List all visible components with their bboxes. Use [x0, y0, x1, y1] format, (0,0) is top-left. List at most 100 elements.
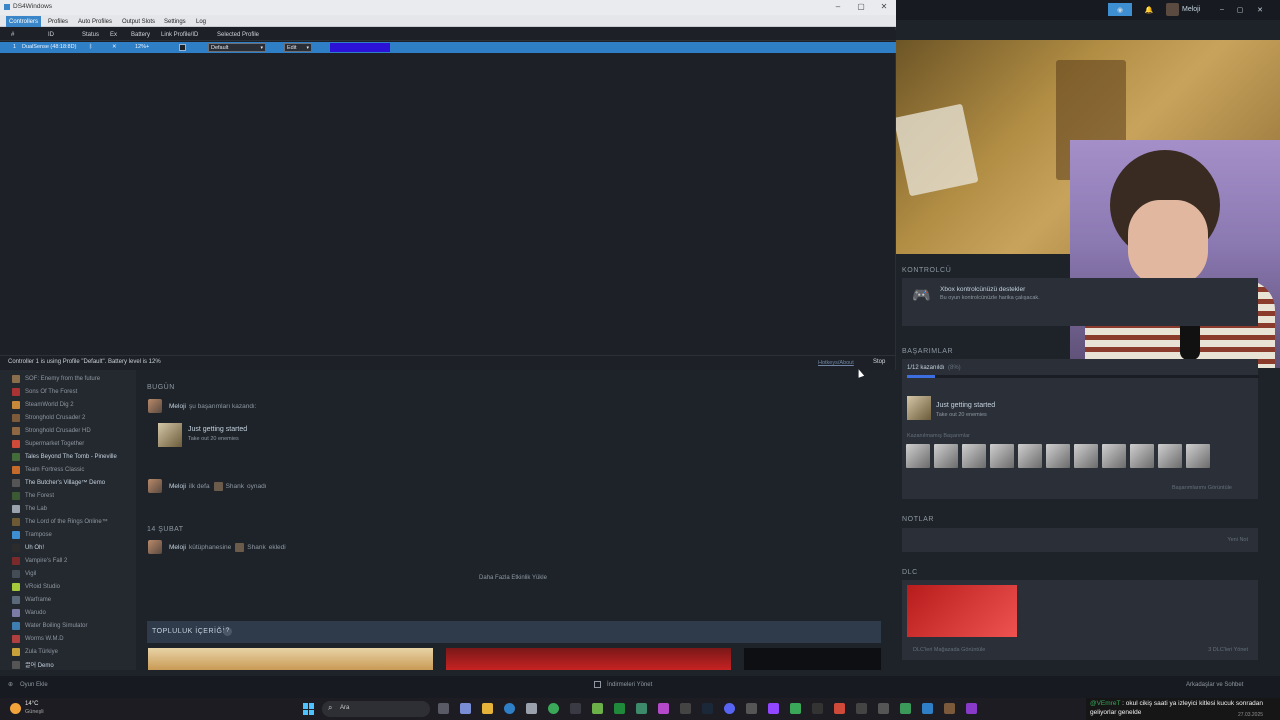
lightbar-color-swatch[interactable]: [330, 43, 390, 52]
sidebar-game[interactable]: Team Fortress Classic: [12, 464, 84, 475]
xbox-icon[interactable]: [614, 703, 625, 714]
sidebar-game[interactable]: Tales Beyond The Tomb - Pineville: [12, 451, 117, 462]
locked-achievement-icon[interactable]: [1074, 444, 1098, 468]
sidebar-game[interactable]: Water Boiling Simulator: [12, 620, 87, 631]
tab-output-slots[interactable]: Output Slots: [119, 16, 158, 27]
app-icon[interactable]: [966, 703, 977, 714]
edit-button[interactable]: Edit ▾: [284, 43, 312, 52]
broadcast-button[interactable]: ◉: [1108, 3, 1132, 16]
dlc-thumbnail[interactable]: [907, 585, 1017, 637]
controller-row[interactable]: 1 DualSense (48:18:8D) ᛒ ✕ 12%+ Default ▾…: [0, 42, 896, 53]
locked-achievement-icon[interactable]: [990, 444, 1014, 468]
app-icon[interactable]: [922, 703, 933, 714]
sidebar-game[interactable]: Stronghold Crusader 2: [12, 412, 85, 423]
sidebar-game[interactable]: Trampose: [12, 529, 52, 540]
discord-icon[interactable]: [724, 703, 735, 714]
add-game-button[interactable]: Oyun Ekle: [20, 682, 48, 688]
locked-achievement-icon[interactable]: [1046, 444, 1070, 468]
user-menu[interactable]: Meloji: [1182, 3, 1212, 16]
minimize-icon[interactable]: –: [832, 2, 844, 11]
new-note-link[interactable]: Yeni Not: [1227, 537, 1248, 543]
sidebar-game[interactable]: Stronghold Crusader HD: [12, 425, 91, 436]
locked-achievement-icon[interactable]: [1186, 444, 1210, 468]
community-thumbnail[interactable]: [148, 648, 433, 670]
steam-icon[interactable]: [702, 703, 713, 714]
chrome-icon[interactable]: [548, 703, 559, 714]
tab-auto-profiles[interactable]: Auto Profiles: [75, 16, 115, 27]
minimize-icon[interactable]: –: [1218, 3, 1226, 16]
dlc-store-link[interactable]: DLC'leri Mağazada Görüntüle: [913, 647, 985, 653]
sidebar-game[interactable]: Warframe: [12, 594, 51, 605]
user-name[interactable]: Meloji: [169, 403, 186, 410]
sidebar-game[interactable]: SteamWorld Dig 2: [12, 399, 74, 410]
sidebar-game[interactable]: Worms W.M.D: [12, 633, 64, 644]
sidebar-game[interactable]: Vampire's Fall 2: [12, 555, 67, 566]
sidebar-game[interactable]: SOF: Enemy from the future: [12, 373, 100, 384]
task-view-icon[interactable]: [438, 703, 449, 714]
twitch-icon[interactable]: [768, 703, 779, 714]
app-icon[interactable]: [812, 703, 823, 714]
game-link[interactable]: Shank: [247, 544, 265, 551]
app-icon[interactable]: [680, 703, 691, 714]
view-achievements-link[interactable]: Başarımlarımı Görüntüle: [1172, 485, 1232, 491]
sidebar-game[interactable]: Vigil: [12, 568, 36, 579]
sidebar-game[interactable]: Warudo: [12, 607, 46, 618]
app-icon[interactable]: [460, 703, 471, 714]
friends-chat-button[interactable]: Arkadaşlar ve Sohbet: [1186, 682, 1243, 688]
close-icon[interactable]: ✕: [878, 2, 890, 11]
app-icon[interactable]: [790, 703, 801, 714]
help-icon[interactable]: ?: [223, 627, 232, 636]
stop-button[interactable]: Stop: [870, 358, 888, 366]
hotkeys-about-link[interactable]: Hotkeys/About: [818, 360, 854, 366]
app-icon[interactable]: [636, 703, 647, 714]
app-icon[interactable]: [658, 703, 669, 714]
community-thumbnail[interactable]: [446, 648, 731, 670]
file-explorer-icon[interactable]: [482, 703, 493, 714]
community-thumbnail[interactable]: [744, 648, 881, 670]
locked-achievement-icon[interactable]: [1018, 444, 1042, 468]
weather-desc[interactable]: Güneşli: [25, 709, 44, 715]
sidebar-game[interactable]: 끌어 Demo: [12, 659, 54, 670]
add-game-icon[interactable]: ⊕: [8, 681, 13, 688]
app-icon[interactable]: [834, 703, 845, 714]
user-name[interactable]: Meloji: [169, 483, 186, 490]
locked-achievement-icon[interactable]: [962, 444, 986, 468]
user-avatar[interactable]: [1166, 3, 1179, 16]
maximize-icon[interactable]: ▢: [855, 2, 867, 11]
sidebar-game[interactable]: VRoid Studio: [12, 581, 60, 592]
settings-icon[interactable]: [878, 703, 889, 714]
windows-start-icon[interactable]: [303, 703, 315, 715]
tab-settings[interactable]: Settings: [161, 16, 189, 27]
edge-icon[interactable]: [504, 703, 515, 714]
store-icon[interactable]: [526, 703, 537, 714]
sidebar-game[interactable]: Uh Oh!: [12, 542, 44, 553]
locked-achievement-icon[interactable]: [1102, 444, 1126, 468]
sidebar-game[interactable]: The Lord of the Rings Online™: [12, 516, 108, 527]
sidebar-game[interactable]: The Butcher's Village™ Demo: [12, 477, 105, 488]
sidebar-game[interactable]: The Lab: [12, 503, 47, 514]
app-icon[interactable]: [570, 703, 581, 714]
tab-controllers[interactable]: Controllers: [6, 16, 42, 27]
game-link[interactable]: Shank: [226, 483, 244, 490]
notification-icon[interactable]: 🔔: [1144, 3, 1154, 16]
sidebar-game[interactable]: Supermarket Together: [12, 438, 84, 449]
app-icon[interactable]: [944, 703, 955, 714]
sidebar-game[interactable]: Zula Türkiye: [12, 646, 58, 657]
sidebar-game[interactable]: Sons Of The Forest: [12, 386, 77, 397]
link-profile-checkbox[interactable]: [179, 44, 186, 51]
maximize-icon[interactable]: ▢: [1236, 3, 1244, 16]
load-more-button[interactable]: Daha Fazla Etkinlik Yükle: [466, 573, 560, 584]
locked-achievement-icon[interactable]: [934, 444, 958, 468]
tab-log[interactable]: Log: [193, 16, 209, 27]
app-icon[interactable]: [592, 703, 603, 714]
dlc-manage-link[interactable]: 3 DLC'leri Yönet: [1208, 647, 1248, 653]
app-icon[interactable]: [746, 703, 757, 714]
taskbar-search[interactable]: ⌕ Ara: [322, 701, 430, 717]
close-icon[interactable]: ✕: [1256, 3, 1264, 16]
user-name[interactable]: Meloji: [169, 544, 186, 551]
manage-downloads-button[interactable]: İndirmeleri Yönet: [607, 682, 652, 688]
weather-temp[interactable]: 14°C: [25, 701, 38, 707]
app-icon[interactable]: [900, 703, 911, 714]
locked-achievement-icon[interactable]: [906, 444, 930, 468]
profile-dropdown[interactable]: Default ▾: [208, 43, 266, 52]
